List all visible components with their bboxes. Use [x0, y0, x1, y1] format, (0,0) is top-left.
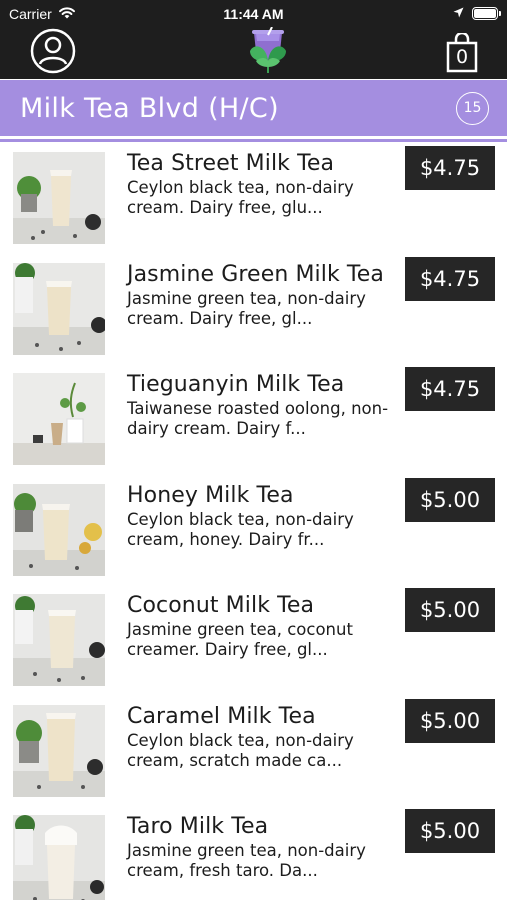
carrier-label: Carrier: [9, 5, 52, 22]
price-button[interactable]: $4.75: [405, 367, 495, 411]
item-description: Ceylon black tea, non-dairy cream, honey…: [127, 509, 354, 549]
nav-bar: 0: [0, 26, 507, 79]
item-description: Jasmine green tea, coconut creamer. Dair…: [127, 620, 353, 659]
menu-item[interactable]: Tieguanyin Milk Tea Taiwanese roasted oo…: [0, 363, 507, 474]
item-name: Coconut Milk Tea: [127, 593, 315, 618]
item-description: Jasmine green tea, non-dairy cream, fres…: [127, 841, 366, 880]
wifi-icon: [58, 6, 76, 22]
price-button[interactable]: $4.75: [405, 256, 495, 301]
item-name: Tea Street Milk Tea: [127, 151, 335, 176]
section-header: Milk Tea Blvd (H/C) 15: [0, 80, 507, 139]
price-button[interactable]: $4.75: [405, 146, 495, 190]
item-thumbnail: [13, 152, 105, 244]
shopping-bag-icon: 0: [445, 33, 479, 73]
status-bar: Carrier 11:44 AM: [0, 0, 507, 27]
menu-item[interactable]: Tea Street Milk Tea Ceylon black tea, no…: [0, 142, 507, 253]
item-description: Ceylon black tea, non-dairy cream. Dairy…: [127, 178, 354, 217]
item-description: Taiwanese roasted oolong, non-dairy crea…: [127, 399, 389, 438]
item-thumbnail: [13, 262, 105, 355]
item-thumbnail: [13, 483, 105, 576]
item-thumbnail: [13, 815, 105, 900]
battery-icon: [472, 7, 501, 20]
menu-list: Tea Street Milk Tea Ceylon black tea, no…: [0, 142, 507, 900]
price-button[interactable]: $5.00: [405, 477, 495, 522]
item-description: Ceylon black tea, non-dairy cream, scrat…: [127, 730, 354, 770]
bag-count: 0: [455, 46, 469, 68]
section-title: Milk Tea Blvd (H/C): [20, 92, 279, 124]
item-count-badge: 15: [456, 91, 489, 125]
menu-item[interactable]: Taro Milk Tea Jasmine green tea, non-dai…: [0, 805, 507, 900]
menu-item[interactable]: Jasmine Green Milk Tea Jasmine green tea…: [0, 253, 507, 364]
tea-cup-leaf-logo: [246, 26, 290, 79]
item-thumbnail: [13, 594, 105, 686]
status-right: [453, 6, 501, 22]
item-description: Jasmine green tea, non-dairy cream. Dair…: [127, 288, 366, 328]
price-button[interactable]: $5.00: [405, 809, 495, 853]
location-arrow-icon: [453, 6, 464, 22]
item-thumbnail: [13, 373, 105, 465]
profile-button[interactable]: [30, 28, 76, 78]
item-name: Honey Milk Tea: [127, 482, 294, 508]
price-button[interactable]: $5.00: [405, 588, 495, 632]
item-name: Jasmine Green Milk Tea: [127, 261, 384, 287]
item-thumbnail: [13, 704, 105, 797]
user-circle-icon: [30, 28, 76, 78]
app-logo: [245, 26, 291, 79]
status-time: 11:44 AM: [223, 5, 284, 22]
menu-item[interactable]: Honey Milk Tea Ceylon black tea, non-dai…: [0, 474, 507, 585]
menu-item[interactable]: Coconut Milk Tea Jasmine green tea, coco…: [0, 584, 507, 695]
menu-item[interactable]: Caramel Milk Tea Ceylon black tea, non-d…: [0, 695, 507, 806]
item-name: Caramel Milk Tea: [127, 703, 316, 729]
shopping-bag-button[interactable]: 0: [439, 30, 485, 76]
item-name: Taro Milk Tea: [127, 814, 269, 839]
item-name: Tieguanyin Milk Tea: [127, 372, 345, 397]
status-left: Carrier: [9, 6, 76, 22]
price-button[interactable]: $5.00: [405, 698, 495, 743]
